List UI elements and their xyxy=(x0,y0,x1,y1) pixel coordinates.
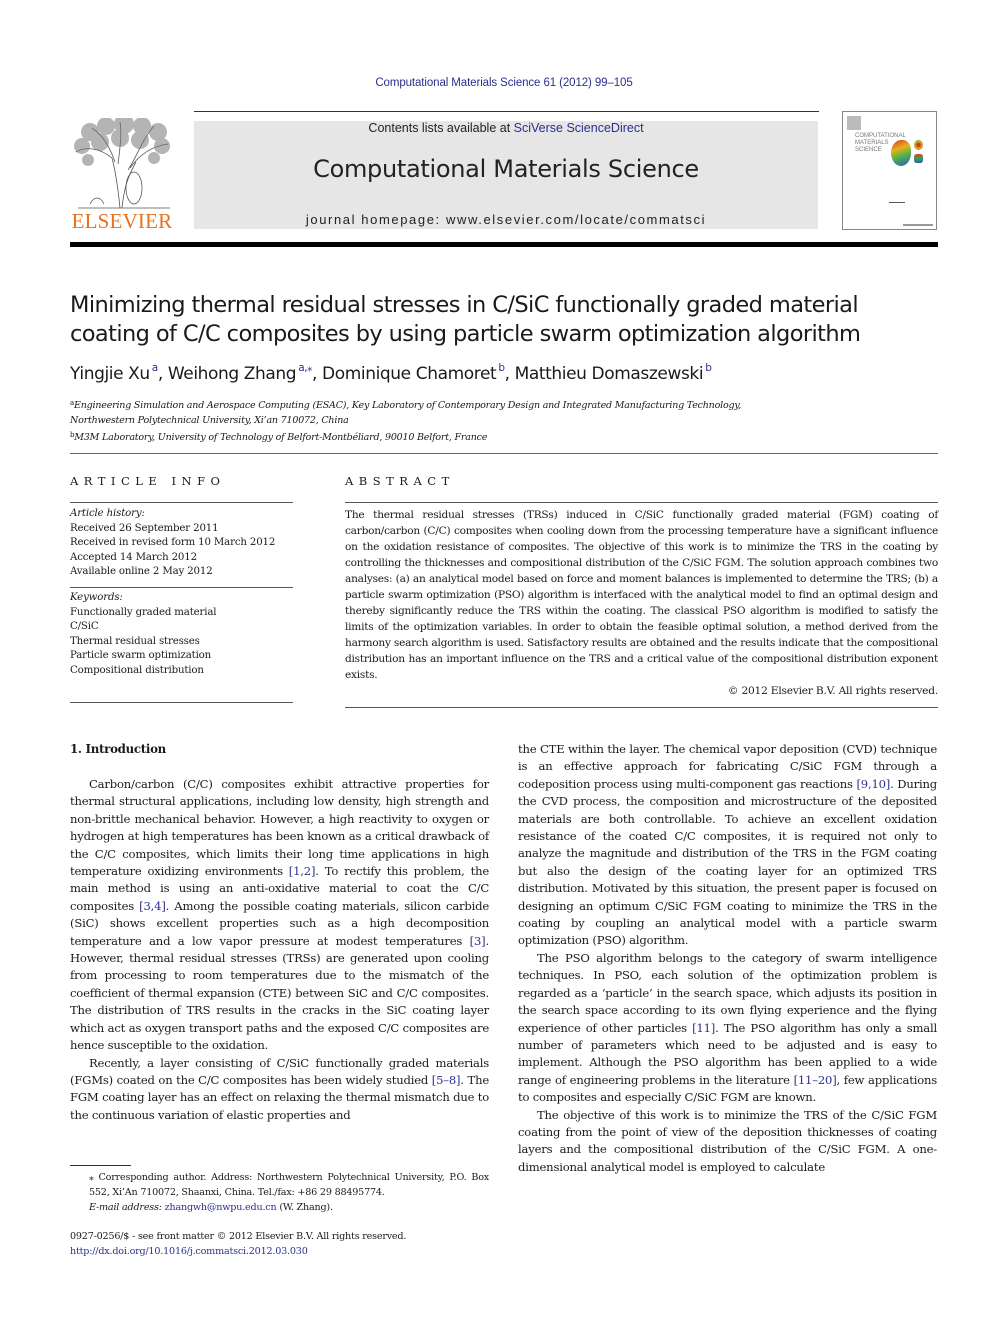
keyword: Particle swarm optimization xyxy=(70,650,212,662)
article-info-panel: ARTICLE INFO Article history: Received 2… xyxy=(70,474,293,703)
contents-availability: Contents lists available at SciVerse Sci… xyxy=(194,121,818,135)
keywords: Keywords: Functionally graded material C… xyxy=(70,591,293,679)
article-title: Minimizing thermal residual stresses in … xyxy=(70,291,930,349)
body-paragraph: The objective of this work is to minimiz… xyxy=(518,1107,937,1177)
cover-graphic-icon xyxy=(914,154,923,163)
author-name: Weihong Zhang xyxy=(167,364,297,384)
body-paragraph: the CTE within the layer. The chemical v… xyxy=(518,741,937,950)
article-title-line: Minimizing thermal residual stresses in … xyxy=(70,292,859,318)
section-heading-introduction: 1. Introduction xyxy=(70,742,166,756)
cover-footer xyxy=(903,224,933,226)
info-rule xyxy=(70,701,293,703)
contents-prefix: Contents lists available at xyxy=(368,121,514,135)
body-text: Recently, a layer consisting of C/SiC fu… xyxy=(70,1055,489,1087)
citation-link[interactable]: [9,10] xyxy=(856,777,890,791)
affiliation-link[interactable]: b xyxy=(705,362,712,374)
citation-link[interactable]: [3,4] xyxy=(139,899,166,913)
info-rule xyxy=(70,502,293,503)
author-name: Dominique Chamoret xyxy=(322,364,497,384)
history-item: Available online 2 May 2012 xyxy=(70,566,213,578)
abstract-rule xyxy=(345,707,938,708)
keyword: Thermal residual stresses xyxy=(70,635,200,647)
affiliation-link[interactable]: a xyxy=(152,362,158,374)
citation-link[interactable]: [11] xyxy=(692,1021,715,1035)
affiliation-a: aEngineering Simulation and Aerospace Co… xyxy=(70,396,930,414)
sciencedirect-link[interactable]: SciVerse ScienceDirect xyxy=(514,121,644,135)
affiliation-b: bM3M Laboratory, University of Technolog… xyxy=(70,428,930,446)
body-paragraph: The PSO algorithm belongs to the categor… xyxy=(518,950,937,1107)
email-label: E-mail address: xyxy=(89,1202,162,1213)
homepage-url-link[interactable]: www.elsevier.com/locate/commatsci xyxy=(446,212,706,227)
body-text: Carbon/carbon (C/C) composites exhibit a… xyxy=(70,777,489,879)
body-paragraph: Recently, a layer consisting of C/SiC fu… xyxy=(70,1055,489,1125)
affiliation-text: Northwestern Polytechnical University, X… xyxy=(70,414,349,426)
corresponding-author-footnote: ⁎ Corresponding author. Address: Northwe… xyxy=(70,1170,489,1215)
body-text: . However, thermal residual stresses (TR… xyxy=(70,933,489,1053)
history-item: Accepted 14 March 2012 xyxy=(70,551,197,563)
abstract-copyright: © 2012 Elsevier B.V. All rights reserved… xyxy=(727,685,938,697)
abstract-panel: ABSTRACT The thermal residual stresses (… xyxy=(345,474,938,708)
citation-link[interactable]: [11–20] xyxy=(794,1073,837,1087)
elsevier-badge-icon xyxy=(847,116,861,130)
elsevier-logo[interactable]: ELSEVIER xyxy=(70,114,174,234)
email-suffix: (W. Zhang). xyxy=(276,1202,333,1213)
affiliation-link[interactable]: a,⁎ xyxy=(298,362,312,374)
keyword: Functionally graded material xyxy=(70,606,217,618)
history-label: Article history: xyxy=(70,508,145,519)
keywords-label: Keywords: xyxy=(70,591,123,603)
journal-citation-link[interactable]: Computational Materials Science 61 (2012… xyxy=(0,77,992,89)
keyword: Compositional distribution xyxy=(70,664,204,676)
abstract-rule xyxy=(345,502,938,503)
affiliations: aEngineering Simulation and Aerospace Co… xyxy=(70,396,930,446)
body-column-right: the CTE within the layer. The chemical v… xyxy=(518,741,937,1176)
cover-graphic-icon xyxy=(914,140,923,150)
history-item: Received 26 September 2011 xyxy=(70,522,219,534)
elsevier-tree-icon xyxy=(74,114,170,209)
body-text: The objective of this work is to minimiz… xyxy=(518,1107,937,1174)
author-list: Yingjie Xu a, Weihong Zhang a,⁎, Dominique… xyxy=(70,362,712,384)
header-bottom-rule xyxy=(70,242,938,247)
article-title-line: coating of C/C composites by using parti… xyxy=(70,321,861,347)
email-link[interactable]: zhangwh@nwpu.edu.cn xyxy=(165,1202,277,1213)
cover-graphic-icon xyxy=(891,140,911,166)
issn-line: 0927-0256/$ - see front matter © 2012 El… xyxy=(70,1231,407,1242)
journal-cover-thumbnail[interactable]: COMPUTATIONAL MATERIALS SCIENCE xyxy=(842,111,937,230)
article-info-heading: ARTICLE INFO xyxy=(70,474,226,488)
author-name: Yingjie Xu xyxy=(70,364,150,384)
homepage-label: journal homepage: xyxy=(305,212,446,227)
affiliation-text: M3M Laboratory, University of Technology… xyxy=(74,432,488,443)
doi-link[interactable]: http://dx.doi.org/10.1016/j.commatsci.20… xyxy=(70,1245,510,1260)
section-divider xyxy=(70,453,938,454)
affiliation-text: Engineering Simulation and Aerospace Com… xyxy=(73,400,742,411)
footnote-rule xyxy=(70,1165,131,1166)
abstract-text: The thermal residual stresses (TRSs) ind… xyxy=(345,509,938,681)
body-paragraph: Carbon/carbon (C/C) composites exhibit a… xyxy=(70,776,489,1055)
info-rule xyxy=(70,586,293,588)
cover-divider xyxy=(889,202,905,203)
citation-link[interactable]: [5–8] xyxy=(432,1073,461,1087)
body-text: . During the CVD process, the compositio… xyxy=(518,776,938,948)
journal-title: Computational Materials Science xyxy=(313,155,699,183)
cover-title-line: COMPUTATIONAL xyxy=(855,133,906,139)
article-history: Article history: Received 26 September 2… xyxy=(70,507,293,580)
history-item: Received in revised form 10 March 2012 xyxy=(70,537,276,549)
front-matter: 0927-0256/$ - see front matter © 2012 El… xyxy=(70,1230,510,1259)
citation-link[interactable]: [1,2] xyxy=(289,864,316,878)
header-top-rule xyxy=(194,111,819,112)
keyword: C/SiC xyxy=(70,621,99,633)
affiliation-link[interactable]: b xyxy=(498,362,505,374)
elsevier-wordmark: ELSEVIER xyxy=(71,209,173,233)
body-column-left: Carbon/carbon (C/C) composites exhibit a… xyxy=(70,776,489,1124)
abstract-heading: ABSTRACT xyxy=(345,474,455,488)
footnote-text: Corresponding author. Address: Northwest… xyxy=(89,1172,489,1198)
journal-homepage: journal homepage: www.elsevier.com/locat… xyxy=(194,212,818,227)
author-name: Matthieu Domaszewski xyxy=(514,364,704,384)
citation-link[interactable]: [3] xyxy=(470,934,486,948)
journal-banner: Contents lists available at SciVerse Sci… xyxy=(194,121,818,229)
footnote-marker: ⁎ xyxy=(89,1172,94,1183)
